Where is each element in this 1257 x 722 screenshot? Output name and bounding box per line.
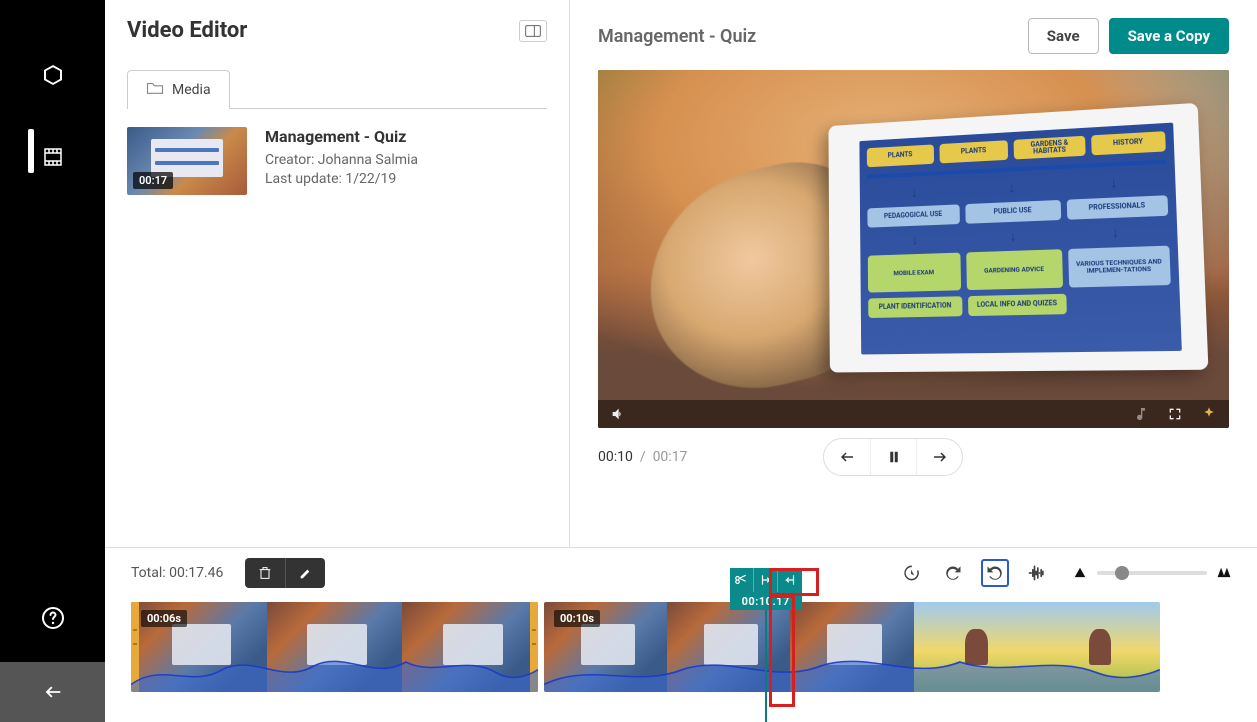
media-thumbnail: 00:17: [127, 127, 247, 195]
sparkle-icon[interactable]: [1199, 404, 1219, 424]
panel-title: Video Editor: [127, 18, 247, 43]
scissors-icon[interactable]: [730, 568, 753, 592]
delete-clip-button[interactable]: [245, 558, 285, 588]
zoom-knob[interactable]: [1115, 566, 1129, 580]
chip: PROFESSIONALS: [1067, 195, 1168, 219]
zoom-out-icon: [1073, 566, 1087, 580]
save-button[interactable]: Save: [1028, 18, 1099, 54]
prev-button[interactable]: [824, 439, 870, 475]
edit-clip-button[interactable]: [285, 558, 325, 588]
media-item[interactable]: 00:17 Management - Quiz Creator: Johanna…: [127, 127, 547, 195]
tab-media[interactable]: Media: [127, 70, 230, 109]
music-icon[interactable]: [1131, 404, 1151, 424]
panel-layout-toggle[interactable]: [519, 20, 547, 42]
video-preview[interactable]: PLANTS PLANTS GARDENS & HABITATS HISTORY…: [598, 70, 1229, 428]
history-button[interactable]: [897, 559, 925, 587]
chip: VARIOUS TECHNIQUES AND IMPLEMEN-TATIONS: [1068, 246, 1170, 288]
chip: PLANTS: [939, 140, 1008, 163]
help-icon[interactable]: [39, 604, 67, 632]
chip: HISTORY: [1091, 131, 1165, 155]
timeline-toolbar: Total: 00:17.46: [105, 548, 1257, 588]
timeline-clip[interactable]: 00:10s: [544, 602, 1160, 692]
clip-label: 00:06s: [141, 610, 187, 627]
clip-label: 00:10s: [554, 610, 600, 627]
transport-controls: [823, 438, 963, 476]
media-panel: Video Editor Media: [105, 0, 570, 547]
expand-icon[interactable]: [1165, 404, 1185, 424]
preview-title: Management - Quiz: [598, 26, 756, 47]
tab-label: Media: [172, 82, 211, 98]
cube-icon[interactable]: [38, 60, 68, 90]
folder-icon: [146, 81, 164, 99]
next-button[interactable]: [916, 439, 962, 475]
chip: PLANTS: [867, 144, 934, 167]
total-duration: Total: 00:17.46: [131, 565, 223, 581]
undo-button[interactable]: [981, 559, 1009, 587]
zoom-slider[interactable]: [1073, 566, 1231, 580]
chip: LOCAL INFO AND QUIZES: [968, 294, 1067, 316]
time-display: 00:10 / 00:17: [598, 449, 687, 465]
waveform-button[interactable]: [1023, 559, 1051, 587]
preview-panel: Management - Quiz Save Save a Copy PLANT…: [570, 0, 1257, 547]
volume-icon[interactable]: [608, 404, 628, 424]
back-button[interactable]: [0, 662, 105, 722]
chip: MOBILE EXAM: [868, 253, 961, 293]
chip: PLANT IDENTIFICATION: [868, 296, 962, 318]
chip: PUBLIC USE: [965, 200, 1061, 224]
chip: PEDAGOGICAL USE: [867, 204, 959, 227]
media-creator: Creator: Johanna Salmia: [265, 152, 418, 168]
tablet-screen: PLANTS PLANTS GARDENS & HABITATS HISTORY…: [859, 123, 1181, 355]
playhead-time: 00:10.17: [730, 592, 802, 610]
timeline-clip[interactable]: 00:06s: [131, 602, 538, 692]
chip: GARDENING ADVICE: [966, 249, 1063, 290]
save-copy-button[interactable]: Save a Copy: [1109, 18, 1229, 54]
duration-badge: 00:17: [133, 172, 173, 189]
media-title: Management - Quiz: [265, 127, 418, 146]
zoom-in-icon: [1217, 566, 1231, 580]
set-in-icon[interactable]: [753, 568, 777, 592]
timeline[interactable]: 00:06s 00:10s 00:10.17: [105, 588, 1257, 722]
pause-button[interactable]: [870, 439, 916, 475]
playhead[interactable]: 00:10.17: [730, 568, 802, 722]
filmstrip-icon[interactable]: [38, 142, 68, 172]
media-updated: Last update: 1/22/19: [265, 171, 418, 187]
chip: GARDENS & HABITATS: [1014, 136, 1086, 160]
set-out-icon[interactable]: [777, 568, 801, 592]
redo-button[interactable]: [939, 559, 967, 587]
left-rail: [0, 0, 105, 722]
